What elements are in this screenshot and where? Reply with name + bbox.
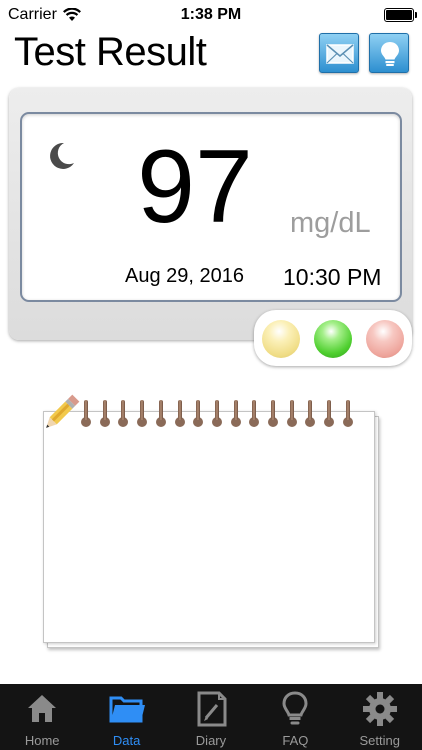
moon-icon bbox=[50, 142, 74, 169]
tab-setting[interactable]: Setting bbox=[338, 684, 422, 750]
tab-data[interactable]: Data bbox=[84, 684, 168, 750]
spiral-ring bbox=[99, 400, 110, 427]
tab-diary-label: Diary bbox=[195, 733, 227, 748]
lightbulb-icon bbox=[282, 691, 308, 725]
glucose-value: 97 bbox=[137, 129, 253, 245]
spiral-ring bbox=[268, 400, 278, 427]
spiral-ring bbox=[174, 400, 185, 427]
spiral-ring bbox=[230, 400, 241, 427]
spiral-ring bbox=[137, 400, 148, 427]
tab-diary[interactable]: Diary bbox=[169, 684, 253, 750]
spiral-ring bbox=[286, 400, 297, 427]
tab-home[interactable]: Home bbox=[0, 684, 84, 750]
folder-icon bbox=[109, 696, 145, 723]
indicator-yellow-light bbox=[262, 320, 300, 358]
pencil-icon bbox=[46, 394, 80, 428]
spiral-ring bbox=[211, 400, 222, 427]
spiral-ring bbox=[155, 400, 166, 427]
tab-setting-label: Setting bbox=[359, 733, 400, 748]
page-title: Test Result bbox=[14, 30, 207, 74]
spiral-ring bbox=[305, 400, 316, 427]
indicator-green-light bbox=[314, 320, 352, 358]
status-bar: Carrier 1:38 PM bbox=[0, 0, 422, 30]
tab-data-label: Data bbox=[112, 733, 141, 748]
lightbulb-icon bbox=[381, 42, 399, 66]
tab-faq[interactable]: FAQ bbox=[253, 684, 337, 750]
notepad[interactable] bbox=[43, 411, 375, 643]
tab-bar: Home Data Diary FAQ Setting bbox=[0, 684, 422, 750]
clock: 1:38 PM bbox=[180, 6, 242, 23]
tips-button[interactable] bbox=[369, 33, 409, 73]
spiral-ring bbox=[249, 400, 260, 427]
spiral-ring bbox=[324, 400, 335, 427]
spiral-ring bbox=[118, 400, 129, 427]
gear-icon bbox=[362, 692, 397, 726]
home-icon bbox=[28, 695, 57, 722]
mail-button[interactable] bbox=[319, 33, 359, 73]
spiral-ring bbox=[193, 400, 204, 427]
result-date: Aug 29, 2016 bbox=[125, 265, 244, 287]
envelope-icon bbox=[326, 44, 354, 64]
battery-icon bbox=[384, 8, 417, 22]
result-time: 10:30 PM bbox=[283, 264, 382, 290]
diary-icon bbox=[197, 691, 227, 727]
indicator-red-light bbox=[366, 320, 404, 358]
tab-faq-label: FAQ bbox=[282, 733, 309, 748]
glucose-unit: mg/dL bbox=[290, 207, 371, 239]
tab-home-label: Home bbox=[24, 733, 60, 748]
spiral-ring bbox=[342, 400, 353, 427]
